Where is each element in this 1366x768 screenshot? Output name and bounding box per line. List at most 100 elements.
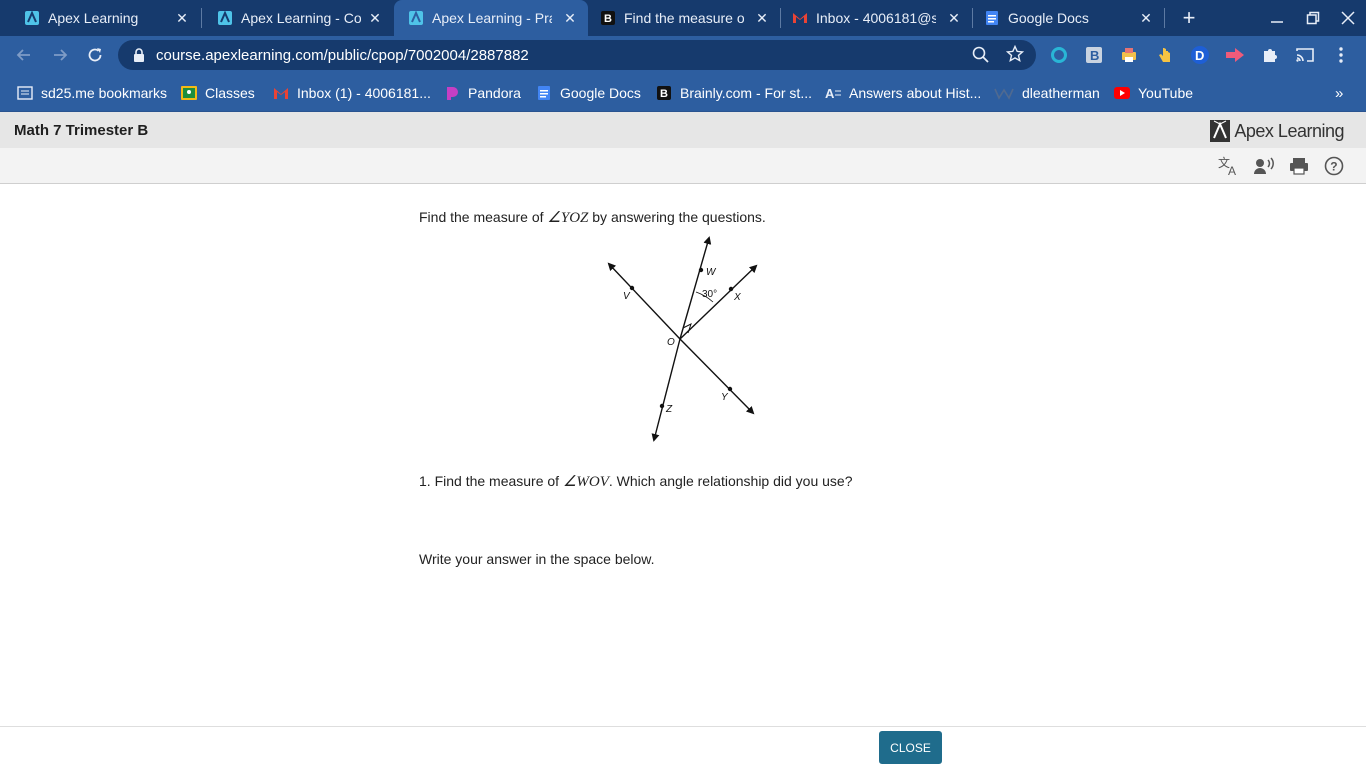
tab-title: Apex Learning <box>48 10 139 26</box>
svg-text:A: A <box>825 86 835 101</box>
tab-title: Apex Learning - Cour <box>241 10 361 26</box>
minimize-icon[interactable] <box>1260 0 1294 36</box>
label-v: V <box>623 291 631 302</box>
lock-icon[interactable] <box>132 48 146 62</box>
bookmarks-overflow-button[interactable]: » <box>1335 83 1343 103</box>
tab-gmail-inbox[interactable]: Inbox - 4006181@sd ✕ <box>778 0 972 36</box>
ray-ov <box>607 262 681 340</box>
label-o: O <box>667 337 675 348</box>
close-tab-icon[interactable]: ✕ <box>1138 10 1154 26</box>
point-y <box>727 386 733 392</box>
question-1: 1. Find the measure of ∠WOV. Which angle… <box>419 473 853 490</box>
bookmark-youtube[interactable]: YouTube <box>1114 83 1193 103</box>
apex-icon <box>408 10 424 26</box>
extension-b-icon[interactable]: B <box>1083 44 1105 66</box>
bookmark-label: Answers about Hist... <box>849 85 982 101</box>
bookmark-label: dleatherman <box>1022 85 1100 101</box>
extension-arrow-icon[interactable] <box>1224 44 1246 66</box>
translate-icon[interactable]: 文A <box>1217 154 1241 178</box>
new-tab-button[interactable]: + <box>1172 0 1206 36</box>
profile-icon <box>994 85 1014 101</box>
close-tab-icon[interactable]: ✕ <box>174 10 190 26</box>
restore-icon[interactable] <box>1296 0 1330 36</box>
youtube-icon <box>1114 85 1130 101</box>
course-header: Math 7 Trimester B Apex Learning <box>0 112 1366 148</box>
close-tab-icon[interactable]: ✕ <box>562 10 578 26</box>
zoom-search-icon[interactable] <box>972 46 990 69</box>
svg-text:?: ? <box>1330 160 1337 174</box>
tab-google-docs[interactable]: Google Docs ✕ <box>970 0 1164 36</box>
forward-icon[interactable] <box>46 41 74 69</box>
extension-d-icon[interactable]: D <box>1189 44 1211 66</box>
angle-diagram: W 30° X V O Y Z <box>605 232 765 446</box>
point-z <box>659 403 665 409</box>
extension-printer-icon[interactable] <box>1118 44 1140 66</box>
bookmark-google-docs[interactable]: Google Docs <box>536 83 641 103</box>
back-icon[interactable] <box>10 41 38 69</box>
apex-icon <box>217 10 233 26</box>
tab-brainly[interactable]: B Find the measure of ✕ <box>586 0 780 36</box>
apex-learning-logo: Apex Learning <box>1210 119 1344 143</box>
page-footer: CLOSE <box>0 726 1366 768</box>
ray-oz <box>651 338 681 442</box>
gmail-icon <box>792 10 808 26</box>
logo-text: Apex Learning <box>1234 120 1344 141</box>
tab-strip: Apex Learning ✕ Apex Learning - Cour ✕ A… <box>0 0 1366 36</box>
close-button[interactable]: CLOSE <box>879 731 942 764</box>
close-window-icon[interactable] <box>1331 0 1365 36</box>
diagram-svg: W 30° X V O Y Z <box>607 236 758 442</box>
problem-prompt: Find the measure of ∠YOZ by answering th… <box>419 209 766 226</box>
text-to-speech-icon[interactable] <box>1252 154 1276 178</box>
help-icon[interactable]: ? <box>1322 154 1346 178</box>
bookmark-dleatherman[interactable]: dleatherman <box>994 83 1100 103</box>
bookmark-brainly[interactable]: B Brainly.com - For st... <box>656 83 812 103</box>
svg-text:A: A <box>1228 164 1236 176</box>
bookmark-label: Brainly.com - For st... <box>680 85 812 101</box>
point-v <box>629 285 635 291</box>
svg-text:D: D <box>1195 48 1204 63</box>
tab-apex-course[interactable]: Apex Learning - Cour ✕ <box>193 0 393 36</box>
point-x <box>728 286 734 292</box>
label-x: X <box>733 292 741 303</box>
google-docs-icon <box>984 10 1000 26</box>
bookmark-label: Inbox (1) - 4006181... <box>297 85 431 101</box>
close-tab-icon[interactable]: ✕ <box>946 10 962 26</box>
close-tab-icon[interactable]: ✕ <box>367 10 383 26</box>
pandora-icon <box>444 85 460 101</box>
browser-toolbar: course.apexlearning.com/public/cpop/7002… <box>0 36 1366 74</box>
bookmark-inbox[interactable]: Inbox (1) - 4006181... <box>273 83 431 103</box>
apex-logo-icon <box>1210 120 1231 142</box>
address-bar[interactable]: course.apexlearning.com/public/cpop/7002… <box>118 40 1036 70</box>
close-tab-icon[interactable]: ✕ <box>754 10 770 26</box>
url-text: course.apexlearning.com/public/cpop/7002… <box>156 46 529 64</box>
tab-title: Find the measure of <box>624 10 744 26</box>
bookmark-answers[interactable]: A Answers about Hist... <box>825 83 981 103</box>
bookmark-classes[interactable]: Classes <box>181 83 255 103</box>
answer-instruction: Write your answer in the space below. <box>419 551 655 567</box>
bookmark-star-icon[interactable] <box>1005 44 1025 68</box>
label-30-degrees: 30° <box>702 289 717 300</box>
extensions-puzzle-icon[interactable] <box>1259 44 1281 66</box>
tab-title: Google Docs <box>1008 10 1089 26</box>
reload-icon[interactable] <box>81 41 109 69</box>
ray-ox <box>679 264 758 340</box>
bookmark-sd25[interactable]: sd25.me bookmarks <box>17 83 167 103</box>
page-toolbar: 文A ? <box>0 148 1366 184</box>
point-w <box>698 267 704 273</box>
bookmarks-bar: sd25.me bookmarks Classes Inbox (1) - 40… <box>0 74 1366 112</box>
menu-kebab-icon[interactable] <box>1330 44 1352 66</box>
tab-apex-learning[interactable]: Apex Learning ✕ <box>0 0 200 36</box>
bookmark-label: YouTube <box>1138 85 1194 101</box>
bookmark-label: Google Docs <box>560 85 641 101</box>
classroom-icon <box>181 85 197 101</box>
tab-title: Inbox - 4006181@sd <box>816 10 936 26</box>
bookmark-label: Pandora <box>468 85 521 101</box>
cast-icon[interactable] <box>1294 44 1316 66</box>
extension-circle-icon[interactable] <box>1048 44 1070 66</box>
label-y: Y <box>721 392 729 403</box>
print-icon[interactable] <box>1287 154 1311 178</box>
extension-hand-icon[interactable] <box>1154 44 1176 66</box>
bookmark-pandora[interactable]: Pandora <box>444 83 521 103</box>
bookmark-label: Classes <box>205 85 255 101</box>
tab-apex-practice[interactable]: Apex Learning - Prac ✕ <box>394 0 588 36</box>
